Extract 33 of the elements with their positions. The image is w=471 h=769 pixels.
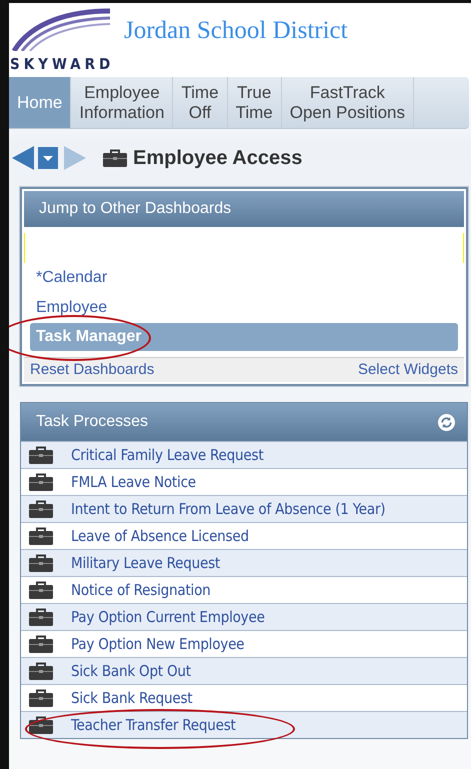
briefcase-icon — [103, 149, 127, 167]
briefcase-icon — [29, 500, 53, 518]
footer-link[interactable]: Reset Dashboards — [30, 361, 154, 378]
task-link[interactable]: Notice of Resignation — [71, 581, 211, 599]
dashboard-link[interactable]: *Calendar — [30, 263, 458, 293]
briefcase-icon — [29, 716, 53, 734]
page-title: Employee Access — [133, 146, 302, 170]
nav-tab[interactable]: Time Off — [173, 77, 228, 128]
dashboard-link[interactable]: Employee — [30, 293, 458, 323]
briefcase-icon — [29, 662, 53, 680]
logo-text: SKYWARD — [10, 55, 114, 73]
task-link[interactable]: Sick Bank Opt Out — [71, 662, 191, 680]
briefcase-icon — [29, 581, 53, 599]
nav-tab[interactable]: Employee Information — [71, 77, 174, 128]
refresh-icon[interactable] — [438, 414, 455, 430]
nav-tab[interactable]: FastTrack Open Positions — [282, 77, 414, 128]
task-link[interactable]: FMLA Leave Notice — [71, 473, 196, 491]
panel-title: Jump to Other Dashboards — [39, 200, 232, 218]
briefcase-icon — [29, 635, 53, 653]
panel-title: Task Processes — [36, 413, 148, 431]
briefcase-icon — [29, 473, 53, 491]
briefcase-icon — [29, 689, 53, 707]
briefcase-icon — [29, 554, 53, 572]
logo-swoosh-icon — [12, 7, 112, 51]
district-title: Jordan School District — [124, 17, 348, 45]
briefcase-icon — [29, 527, 53, 545]
task-link[interactable]: Pay Option New Employee — [71, 635, 244, 653]
footer-link[interactable]: Select Widgets — [358, 361, 458, 378]
task-link[interactable]: Sick Bank Request — [71, 689, 192, 707]
briefcase-icon — [29, 608, 53, 626]
briefcase-icon — [29, 446, 53, 464]
nav-tab[interactable]: True Time — [228, 77, 282, 128]
task-link[interactable]: Leave of Absence Licensed — [71, 527, 249, 545]
